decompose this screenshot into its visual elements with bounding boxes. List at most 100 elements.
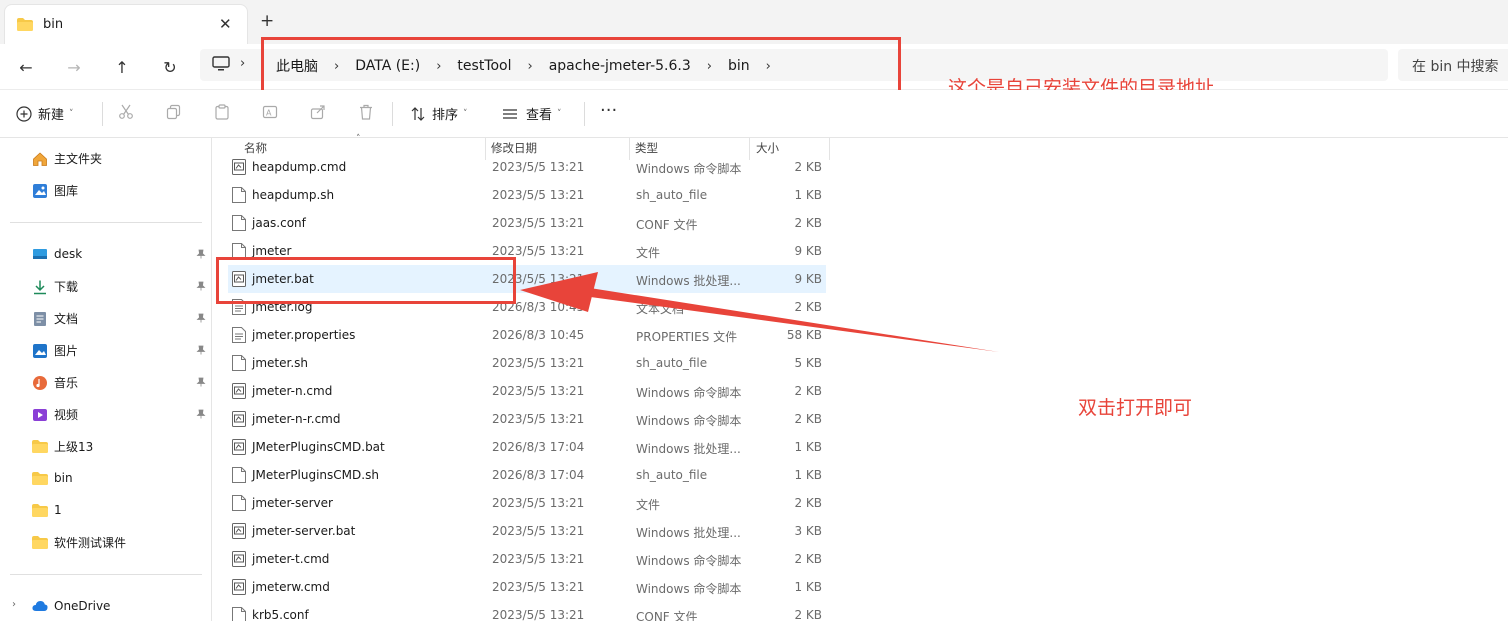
new-button[interactable]: 新建 ˅ [16, 104, 74, 123]
divider [10, 222, 202, 223]
sidebar-item-folder[interactable]: bin [32, 470, 73, 486]
file-row[interactable]: jmeter-server 2023/5/5 13:21 文件 2 KB [228, 489, 826, 517]
expand-chevron-icon[interactable]: › [12, 599, 16, 610]
chevron-down-icon: ˅ [463, 108, 468, 119]
file-name: jmeter-t.cmd [252, 552, 330, 566]
file-row[interactable]: JMeterPluginsCMD.bat 2026/8/3 17:04 Window… [228, 433, 826, 461]
file-icon [232, 495, 246, 514]
tab-bin[interactable]: bin ✕ [4, 4, 248, 44]
sidebar-item-videos[interactable]: 视频 [32, 406, 78, 423]
file-name: heapdump.cmd [252, 160, 347, 174]
pin-icon[interactable] [196, 345, 206, 358]
file-icon [232, 607, 246, 621]
divider [584, 102, 585, 126]
sidebar-item-pictures[interactable]: 图片 [32, 342, 78, 359]
search-input[interactable]: 在 bin 中搜索 [1398, 49, 1508, 81]
file-row[interactable]: jmeter-t.cmd 2023/5/5 13:21 Windows 命令脚本 2 … [228, 545, 826, 573]
sidebar-item-music[interactable]: 音乐 [32, 374, 78, 391]
column-divider[interactable] [829, 138, 830, 160]
sidebar-item-onedrive[interactable]: OneDrive [32, 598, 110, 614]
close-tab-icon[interactable]: ✕ [219, 15, 232, 33]
pin-icon[interactable] [196, 377, 206, 390]
share-icon[interactable] [310, 104, 326, 124]
file-size: 2 KB [794, 160, 822, 174]
sidebar-item-desk[interactable]: desk [32, 246, 82, 262]
file-size: 1 KB [794, 468, 822, 482]
file-date: 2023/5/5 13:21 [492, 496, 585, 510]
file-row[interactable]: jaas.conf 2023/5/5 13:21 CONF 文件 2 KB [228, 209, 826, 237]
cut-icon[interactable] [118, 104, 134, 124]
file-row[interactable]: jmeter.properties 2026/8/3 10:45 PROPERTIE… [228, 321, 826, 349]
sidebar-item-documents[interactable]: 文档 [32, 310, 78, 327]
view-icon [502, 106, 518, 122]
chevron-right-icon[interactable]: › [240, 56, 245, 71]
script-file-icon [232, 159, 246, 178]
gallery-icon [32, 183, 48, 199]
sidebar-item-folder[interactable]: 1 [32, 502, 62, 518]
file-size: 1 KB [794, 440, 822, 454]
sidebar-item-folder[interactable]: 上级13 [32, 438, 93, 455]
file-name: JMeterPluginsCMD.bat [252, 440, 385, 454]
file-row[interactable]: jmeter-n.cmd 2023/5/5 13:21 Windows 命令脚本 2 … [228, 377, 826, 405]
refresh-button[interactable]: ↻ [156, 53, 184, 81]
file-date: 2023/5/5 13:21 [492, 608, 585, 621]
back-button[interactable]: ← [12, 53, 40, 81]
video-icon [32, 407, 48, 423]
file-name: heapdump.sh [252, 188, 335, 202]
file-name: jmeter.sh [252, 356, 308, 370]
file-row[interactable]: jmeter-n-r.cmd 2023/5/5 13:21 Windows 命令脚本… [228, 405, 826, 433]
file-row[interactable]: jmeter.sh 2023/5/5 13:21 sh_auto_file 5 KB [228, 349, 826, 377]
divider [10, 574, 202, 575]
file-row[interactable]: jmeter-server.bat 2023/5/5 13:21 Windows 批… [228, 517, 826, 545]
file-size: 1 KB [794, 580, 822, 594]
sidebar-item-home[interactable]: 主文件夹 [32, 150, 102, 167]
file-size: 2 KB [794, 300, 822, 314]
desktop-icon [32, 246, 48, 262]
file-highlight-box [216, 257, 516, 304]
file-date: 2023/5/5 13:21 [492, 552, 585, 566]
new-tab-button[interactable]: + [260, 13, 274, 30]
pin-icon[interactable] [196, 249, 206, 262]
sidebar-item-downloads[interactable]: 下载 [32, 278, 78, 295]
divider [392, 102, 393, 126]
text-file-icon [232, 327, 246, 346]
sidebar-item-label: 软件测试课件 [54, 536, 127, 550]
file-type: CONF 文件 [636, 610, 698, 621]
file-row[interactable]: jmeterw.cmd 2023/5/5 13:21 Windows 命令脚本 1 K… [228, 573, 826, 601]
file-row[interactable]: krb5.conf 2023/5/5 13:21 CONF 文件 2 KB [228, 601, 826, 621]
file-size: 9 KB [794, 272, 822, 286]
pin-icon[interactable] [196, 409, 206, 422]
file-type: sh_auto_file [636, 188, 708, 202]
sidebar-item-gallery[interactable]: 图库 [32, 182, 78, 199]
file-name: jmeter-server.bat [252, 524, 356, 538]
forward-button[interactable]: → [60, 53, 88, 81]
file-date: 2023/5/5 13:21 [492, 356, 585, 370]
file-row[interactable]: heapdump.cmd 2023/5/5 13:21 Windows 命令脚本 2 … [228, 153, 826, 181]
file-name: JMeterPluginsCMD.sh [252, 468, 379, 482]
sidebar-item-label: 主文件夹 [54, 152, 103, 166]
sort-button[interactable]: 排序 ˅ [410, 104, 468, 123]
file-name: jmeter [252, 244, 292, 258]
pictures-icon [32, 343, 48, 359]
rename-icon[interactable]: A [262, 104, 278, 124]
delete-icon[interactable] [358, 104, 374, 124]
script-file-icon [232, 523, 246, 542]
file-row[interactable]: JMeterPluginsCMD.sh 2026/8/3 17:04 sh_auto… [228, 461, 826, 489]
view-button[interactable]: 查看 ˅ [502, 104, 562, 123]
folder-icon [32, 439, 48, 455]
file-type: Windows 命令脚本 [636, 386, 742, 400]
file-name: jmeter-n.cmd [252, 384, 333, 398]
paste-icon[interactable] [214, 104, 230, 124]
file-type: Windows 命令脚本 [636, 554, 742, 568]
sidebar-item-folder[interactable]: 软件测试课件 [32, 534, 126, 551]
pin-icon[interactable] [196, 313, 206, 326]
copy-icon[interactable] [166, 104, 182, 124]
file-size: 3 KB [794, 524, 822, 538]
sidebar-item-label: 音乐 [54, 376, 79, 390]
file-row[interactable]: heapdump.sh 2023/5/5 13:21 sh_auto_file 1 K… [228, 181, 826, 209]
file-size: 2 KB [794, 552, 822, 566]
more-options-icon[interactable]: ··· [600, 100, 617, 121]
sidebar-item-label: 1 [54, 503, 62, 517]
up-button[interactable]: ↑ [108, 53, 136, 81]
pin-icon[interactable] [196, 281, 206, 294]
